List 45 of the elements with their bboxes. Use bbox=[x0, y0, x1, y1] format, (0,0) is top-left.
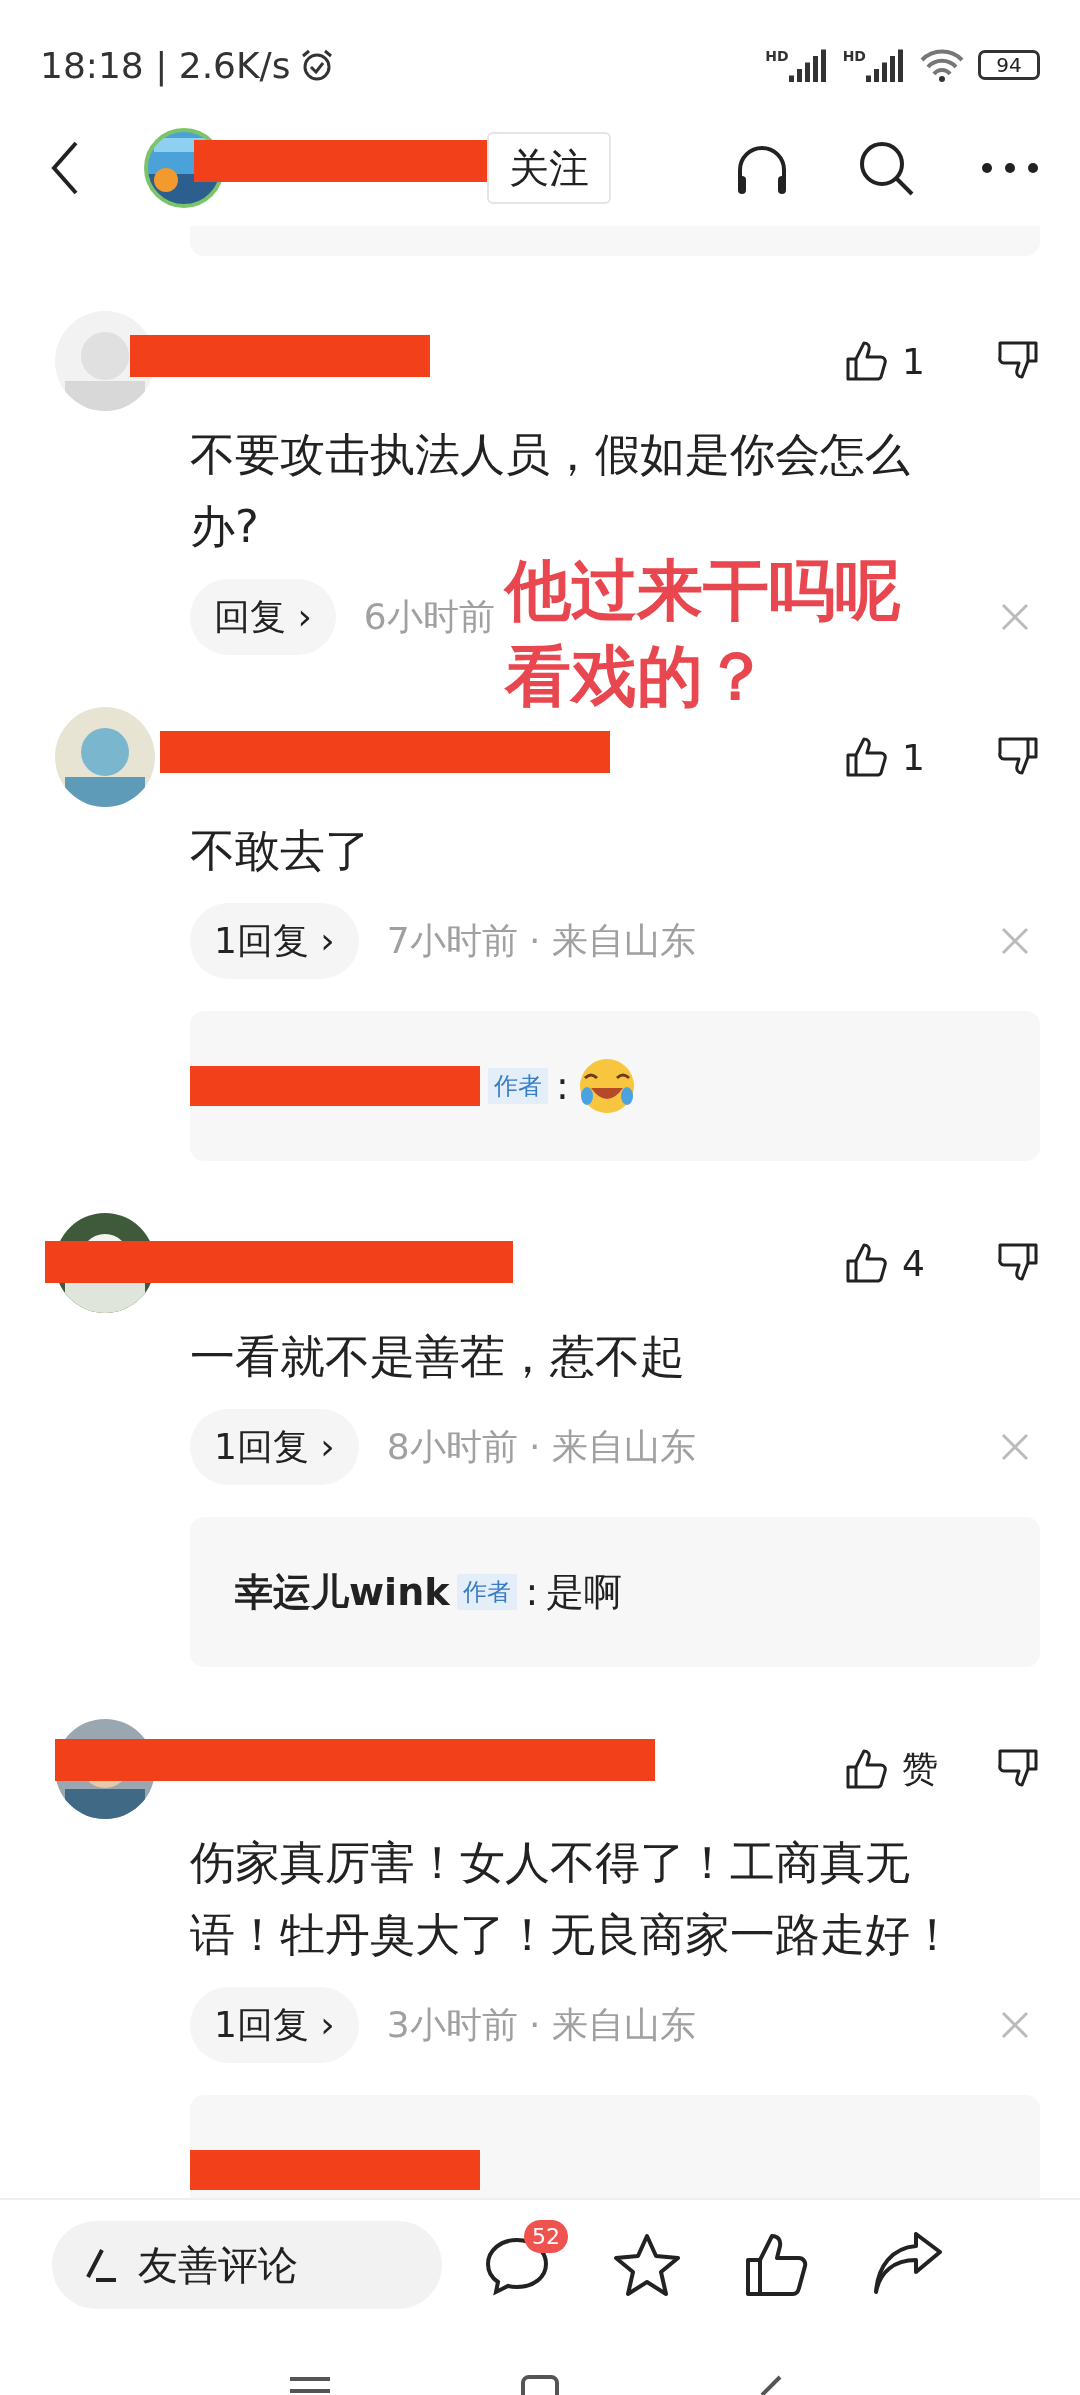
author-tag: 作者 bbox=[457, 1574, 518, 1610]
wifi-icon bbox=[920, 48, 964, 82]
hd-label: HD bbox=[765, 48, 789, 64]
author-tag: 作者 bbox=[488, 1068, 548, 1104]
comment-meta: 6小时前 bbox=[363, 594, 495, 639]
signal-icon bbox=[788, 48, 829, 82]
reply-button[interactable]: 回复 › bbox=[190, 579, 336, 655]
status-time: 18:18 | 2.6K/s bbox=[40, 44, 291, 86]
comment-input[interactable]: 友善评论 bbox=[136, 2241, 340, 2289]
comment-meta: 7小时前 · 来自山东 bbox=[386, 918, 696, 963]
comment-meta: 3小时前 · 来自山东 bbox=[386, 2002, 696, 2047]
like-count: 1 bbox=[902, 340, 926, 382]
reply-preview[interactable]: 作者 : bbox=[190, 1011, 1040, 1161]
reply-preview[interactable]: 幸运儿wink 作者 : 是啊 bbox=[190, 1517, 1040, 1667]
comment-meta: 8小时前 · 来自山东 bbox=[386, 1424, 696, 1469]
colon-text: : bbox=[556, 1064, 569, 1108]
follow-button[interactable]: 关注 bbox=[487, 132, 611, 204]
comment-box[interactable]: 友善评论 bbox=[52, 2221, 442, 2309]
home-icon[interactable] bbox=[520, 2375, 560, 2395]
comment-text: 一看就不是善茬，惹不起 bbox=[190, 1329, 686, 1385]
thumbs-up-icon[interactable] bbox=[844, 1241, 888, 1285]
thumbs-up-icon[interactable] bbox=[844, 735, 888, 779]
annotation-text: 看戏的？ bbox=[505, 637, 769, 717]
reply-button[interactable]: 1回复 › bbox=[190, 1409, 359, 1485]
thumbs-up-icon[interactable] bbox=[844, 1747, 888, 1791]
like-count: 赞 bbox=[902, 1746, 939, 1791]
colon-text: : bbox=[525, 1570, 539, 1614]
signal-icon bbox=[866, 48, 906, 82]
like-count: 1 bbox=[902, 736, 926, 778]
reply-text: 是啊 bbox=[546, 1568, 623, 1616]
battery-icon: 94 bbox=[978, 50, 1040, 80]
comment-text: 不敢去了 bbox=[190, 823, 371, 879]
menu-icon[interactable] bbox=[290, 2375, 330, 2395]
like-count: 4 bbox=[902, 1242, 926, 1284]
reply-author: 幸运儿wink bbox=[235, 1568, 450, 1616]
reply-button[interactable]: 1回复 › bbox=[190, 903, 359, 979]
more-icon[interactable] bbox=[980, 161, 1040, 175]
star-icon[interactable] bbox=[612, 2232, 682, 2298]
reply-button[interactable]: 1回复 › bbox=[190, 1987, 359, 2063]
comment-count-badge: 52 bbox=[524, 2220, 568, 2253]
thumbs-up-icon[interactable] bbox=[744, 2232, 810, 2298]
hd-label: HD bbox=[842, 48, 866, 64]
back-icon[interactable] bbox=[50, 140, 80, 196]
thumbs-up-icon[interactable] bbox=[844, 339, 888, 383]
comment-text: 伤家真厉害！女人不得了！工商真无语！牡丹臭大了！无良商家一路走好！ bbox=[190, 1835, 956, 1963]
